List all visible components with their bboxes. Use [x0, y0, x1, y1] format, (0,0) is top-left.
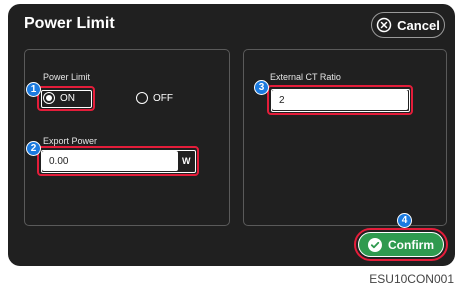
callout-badge-2: 2 [26, 141, 41, 156]
check-circle-icon [368, 237, 382, 252]
cancel-button[interactable]: Cancel [371, 12, 445, 38]
ct-ratio-label: External CT Ratio [270, 72, 341, 82]
confirm-button-label: Confirm [388, 237, 434, 252]
power-limit-screen: Power Limit Cancel Power Limit ON OFF Ex… [8, 4, 455, 266]
radio-off-label: OFF [153, 92, 173, 104]
confirm-button[interactable]: Confirm [358, 232, 444, 257]
radio-circle-on [43, 92, 55, 104]
cancel-button-label: Cancel [397, 17, 440, 33]
radio-circle-off [136, 92, 148, 104]
page-title: Power Limit [24, 15, 115, 32]
close-circle-icon [376, 17, 392, 33]
callout-badge-1: 1 [26, 82, 41, 97]
export-power-unit: W [182, 156, 191, 166]
radio-on-label: ON [60, 92, 75, 104]
export-power-input[interactable]: 0.00 [42, 151, 178, 171]
radio-power-limit-off[interactable]: OFF [136, 92, 173, 104]
figure-caption: ESU10CON001 [369, 272, 454, 286]
power-limit-label: Power Limit [43, 72, 91, 82]
radio-power-limit-on[interactable]: ON [43, 92, 75, 104]
ct-ratio-input[interactable]: 2 [272, 90, 408, 110]
export-power-label: Export Power [43, 136, 98, 146]
callout-badge-4: 4 [397, 213, 412, 228]
highlight-confirm: Confirm [354, 228, 448, 261]
callout-badge-3: 3 [254, 80, 269, 95]
